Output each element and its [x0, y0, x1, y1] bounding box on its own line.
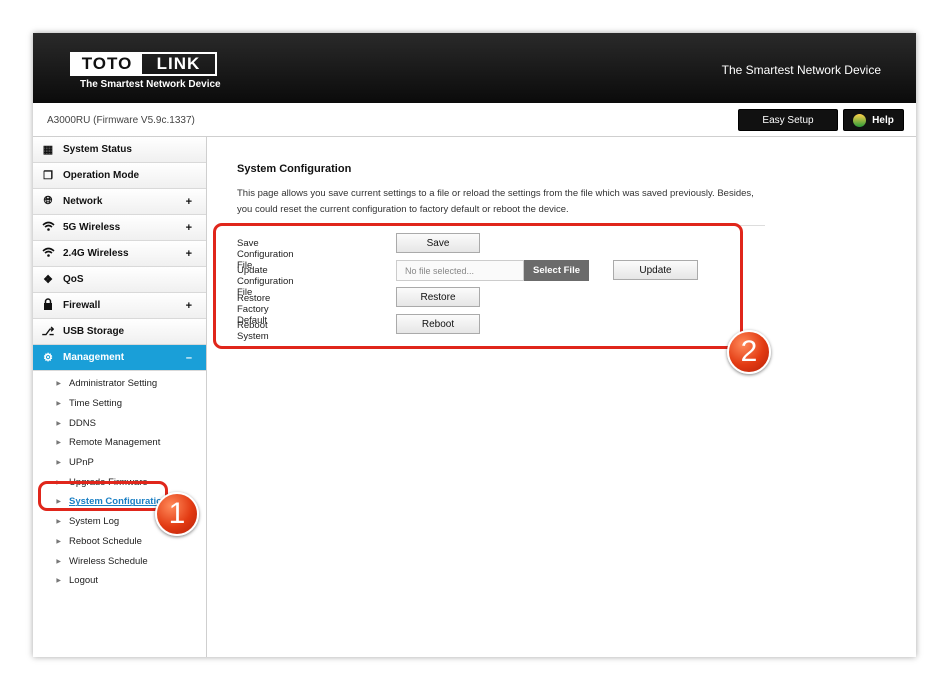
bullet-icon: ▶ — [56, 538, 61, 545]
totolink-logo: TOTO LINK — [70, 52, 217, 76]
highlight-box-2 — [213, 223, 743, 349]
expand-icon[interactable]: + — [186, 248, 192, 260]
step-badge-1: 1 — [155, 492, 199, 536]
submenu-item-administrator-setting[interactable]: ▶ Administrator Setting — [33, 374, 206, 394]
bullet-icon: ▶ — [56, 460, 61, 467]
submenu-item-ddns[interactable]: ▶ DDNS — [33, 413, 206, 433]
page-description: This page allows you save current settin… — [237, 188, 754, 215]
model-bar: A3000RU (Firmware V5.9c.1337) Easy Setup… — [33, 103, 916, 137]
model-firmware-label: A3000RU (Firmware V5.9c.1337) — [47, 115, 195, 126]
submenu-item-logout[interactable]: ▶ Logout — [33, 571, 206, 591]
submenu-item-remote-management[interactable]: ▶ Remote Management — [33, 433, 206, 453]
usb-icon: ⎇ — [41, 326, 55, 338]
highlight-box-1 — [38, 481, 168, 511]
bullet-icon: ▶ — [56, 381, 61, 388]
lock-icon — [41, 298, 55, 313]
bullet-icon: ▶ — [56, 420, 61, 427]
bullet-icon: ▶ — [56, 401, 61, 408]
step-badge-2: 2 — [727, 330, 771, 374]
logo-subtitle: The Smartest Network Device — [80, 79, 221, 90]
submenu-item-upnp[interactable]: ▶ UPnP — [33, 453, 206, 473]
sidebar-item-label: System Status — [63, 144, 132, 155]
sidebar-item-system-status[interactable]: ▦ System Status — [33, 137, 206, 163]
help-button[interactable]: Help — [843, 109, 904, 131]
submenu-item-time-setting[interactable]: ▶ Time Setting — [33, 394, 206, 414]
expand-icon[interactable]: + — [186, 222, 192, 234]
top-header: TOTO LINK The Smartest Network Device Th… — [33, 33, 916, 103]
chat-icon: ▦ — [42, 144, 54, 156]
sidebar-item-label: Firewall — [63, 300, 101, 311]
sidebar-item-2-4g-wireless[interactable]: 2.4G Wireless + — [33, 241, 206, 267]
sidebar-item-operation-mode[interactable]: ❐ Operation Mode — [33, 163, 206, 189]
globe-icon: 🌐︎ — [43, 195, 53, 207]
expand-icon[interactable]: + — [186, 196, 192, 208]
gear-icon: ⚙ — [43, 352, 53, 364]
header-tagline: The Smartest Network Device — [721, 63, 881, 77]
sidebar-item-label: 5G Wireless — [63, 222, 121, 233]
bullet-icon: ▶ — [56, 519, 61, 526]
bullet-icon: ▶ — [56, 578, 61, 585]
sidebar-item-label: Management — [63, 352, 125, 363]
bullet-icon: ▶ — [56, 558, 61, 565]
help-globe-icon — [853, 113, 867, 127]
help-button-label: Help — [872, 114, 894, 126]
sidebar-item-label: Operation Mode — [63, 170, 140, 181]
wifi-icon — [41, 247, 55, 260]
bullet-icon: ▶ — [56, 440, 61, 447]
sidebar-item-management[interactable]: ⚙ Management – — [33, 345, 206, 371]
sidebar-item-label: 2.4G Wireless — [63, 248, 129, 259]
sidebar-item-5g-wireless[interactable]: 5G Wireless + — [33, 215, 206, 241]
sidebar-item-usb-storage[interactable]: ⎇ USB Storage — [33, 319, 206, 345]
page-title: System Configuration — [237, 163, 352, 175]
sidebar-item-network[interactable]: 🌐︎ Network + — [33, 189, 206, 215]
sidebar-item-label: USB Storage — [63, 326, 125, 337]
collapse-icon[interactable]: – — [186, 352, 192, 364]
logo-left-text: TOTO — [72, 54, 142, 74]
sidebar-item-qos[interactable]: ❖ QoS — [33, 267, 206, 293]
expand-icon[interactable]: + — [186, 300, 192, 312]
sidebar-item-label: Network — [63, 196, 103, 207]
wifi-icon — [41, 221, 55, 234]
sidebar-item-firewall[interactable]: Firewall + — [33, 293, 206, 319]
sidebar-item-label: QoS — [63, 274, 84, 285]
easy-setup-button[interactable]: Easy Setup — [738, 109, 838, 131]
windows-icon: ❐ — [43, 170, 53, 182]
qos-icon: ❖ — [43, 274, 53, 286]
submenu-item-wireless-schedule[interactable]: ▶ Wireless Schedule — [33, 551, 206, 571]
sidebar-nav: ▦ System Status ❐ Operation Mode 🌐︎ Netw… — [33, 137, 207, 657]
logo-right-text: LINK — [156, 54, 201, 73]
